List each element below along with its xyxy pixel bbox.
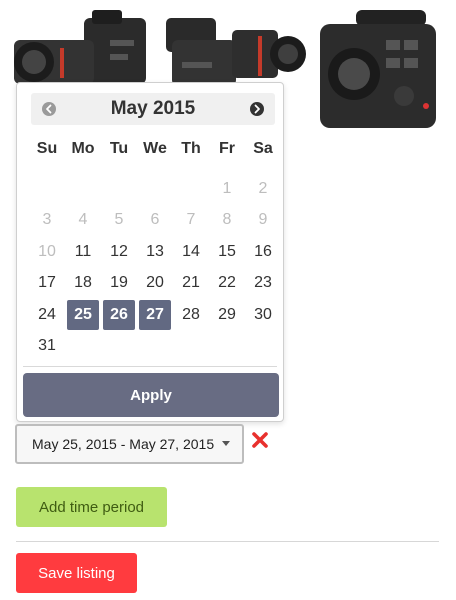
- calendar-header: May 2015: [31, 93, 275, 125]
- calendar-month-title: May 2015: [110, 98, 196, 119]
- calendar-day-empty: [137, 173, 173, 205]
- add-time-period-button[interactable]: Add time period: [16, 487, 167, 527]
- calendar-day[interactable]: 21: [173, 268, 209, 300]
- weekday-label: Tu: [109, 140, 129, 157]
- calendar-day-empty: [173, 173, 209, 205]
- calendar-day: 3: [42, 211, 52, 229]
- calendar-day[interactable]: 16: [245, 236, 281, 268]
- picker-divider: [23, 366, 277, 367]
- caret-down-icon: [222, 441, 230, 446]
- calendar-days-grid: 1 2 3 4 5 6 7 8 9 10 11 12 13 14 15 16 17 18 19 20 21 22 23 24 2…: [29, 173, 281, 362]
- calendar-day: 10: [38, 242, 56, 260]
- apply-button[interactable]: Apply: [23, 373, 279, 417]
- date-range-select[interactable]: May 25, 2015 - May 27, 2015: [15, 424, 244, 464]
- save-listing-button[interactable]: Save listing: [16, 553, 137, 593]
- weekday-label: Fr: [219, 140, 235, 157]
- weekday-label: Sa: [253, 140, 273, 157]
- listing-availability-page: May 2015 Su Mo Tu We Th Fr Sa 1234567891…: [0, 0, 456, 600]
- calendar-day[interactable]: 15: [209, 236, 245, 268]
- calendar-day[interactable]: 17: [29, 268, 65, 300]
- calendar-day: 6: [150, 211, 160, 229]
- date-range-value: May 25, 2015 - May 27, 2015: [32, 436, 215, 452]
- calendar-day[interactable]: 18: [65, 268, 101, 300]
- chevron-right-circle-icon[interactable]: [249, 101, 265, 117]
- calendar-day[interactable]: 23: [245, 268, 281, 300]
- calendar-day[interactable]: 22: [209, 268, 245, 300]
- product-thumbnail-3[interactable]: [316, 10, 442, 132]
- calendar-day[interactable]: 13: [137, 236, 173, 268]
- section-divider: [16, 541, 439, 542]
- weekday-label: We: [143, 140, 167, 157]
- calendar-day: 4: [78, 211, 88, 229]
- close-x-icon[interactable]: [251, 431, 269, 449]
- calendar-day[interactable]: 20: [137, 268, 173, 300]
- date-range-picker: May 2015 Su Mo Tu We Th Fr Sa 1234567891…: [16, 82, 284, 422]
- calendar-day: 8: [222, 211, 232, 229]
- calendar-day: 9: [258, 211, 268, 229]
- calendar-day-empty: [29, 173, 65, 205]
- weekday-label: Su: [36, 140, 58, 157]
- calendar-day-empty: [65, 173, 101, 205]
- calendar-day[interactable]: 11: [65, 236, 101, 268]
- weekday-label: Th: [181, 140, 201, 157]
- calendar-day: 2: [258, 179, 268, 197]
- weekday-label: Mo: [71, 140, 95, 157]
- calendar-day[interactable]: 25: [67, 300, 99, 330]
- calendar-day[interactable]: 24: [29, 299, 65, 331]
- weekday-header-row: Su Mo Tu We Th Fr Sa: [29, 140, 281, 162]
- calendar-day: 1: [222, 179, 232, 197]
- calendar-day[interactable]: 30: [245, 299, 281, 331]
- calendar-day[interactable]: 29: [209, 299, 245, 331]
- calendar-day: 7: [186, 211, 196, 229]
- calendar-day[interactable]: 12: [101, 236, 137, 268]
- calendar-day[interactable]: 28: [173, 299, 209, 331]
- calendar-day[interactable]: 31: [29, 331, 65, 363]
- camera-photo-icon: [316, 10, 442, 132]
- calendar-day[interactable]: 27: [139, 300, 171, 330]
- calendar-day-empty: [101, 173, 137, 205]
- calendar-day: 5: [114, 211, 124, 229]
- calendar-day[interactable]: 19: [101, 268, 137, 300]
- calendar-day[interactable]: 26: [103, 300, 135, 330]
- calendar-day[interactable]: 14: [173, 236, 209, 268]
